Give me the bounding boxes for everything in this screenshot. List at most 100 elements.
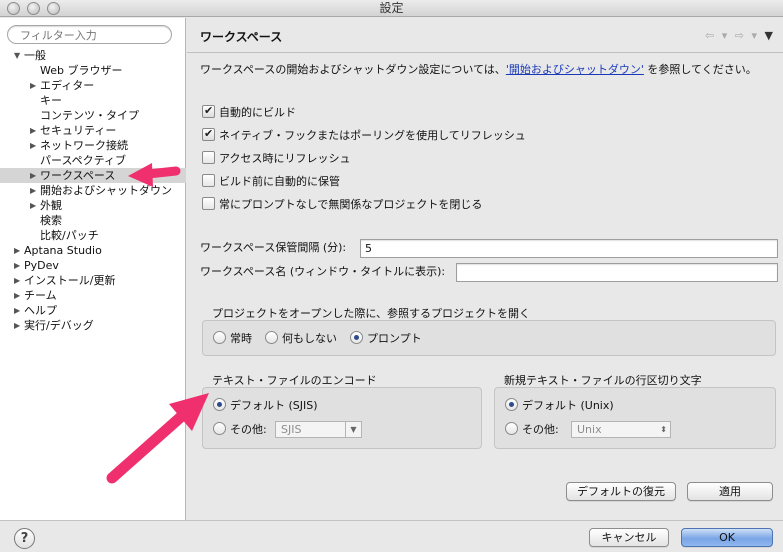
- collapsed-arrow-icon[interactable]: ▶: [14, 318, 20, 333]
- tree-item[interactable]: ▶ PyDev: [0, 258, 186, 273]
- tree-item-label: ヘルプ: [24, 304, 57, 317]
- collapsed-arrow-icon[interactable]: ▶: [30, 138, 36, 153]
- radio-indicator[interactable]: [505, 422, 518, 435]
- radio-label: その他:: [522, 423, 559, 436]
- select-value: SJIS: [281, 423, 302, 436]
- collapsed-arrow-icon[interactable]: ▶: [30, 168, 36, 183]
- open-prompt-radio[interactable]: プロンプト: [350, 331, 422, 347]
- description-text: ワークスペースの開始およびシャットダウン設定については、: [200, 63, 506, 76]
- radio-label: プロンプト: [367, 332, 422, 345]
- tree-item[interactable]: キー: [0, 93, 186, 108]
- expanded-arrow-icon[interactable]: ▼: [14, 48, 20, 63]
- collapsed-arrow-icon[interactable]: ▶: [14, 273, 20, 288]
- collapsed-arrow-icon[interactable]: ▶: [14, 258, 20, 273]
- open-always-radio[interactable]: 常時: [213, 331, 252, 347]
- tree-item[interactable]: ▼ 一般: [0, 48, 186, 63]
- collapsed-arrow-icon[interactable]: ▶: [30, 78, 36, 93]
- collapsed-arrow-icon[interactable]: ▶: [30, 198, 36, 213]
- tree-item[interactable]: ▶ ネットワーク接続: [0, 138, 186, 153]
- radio-label: デフォルト (SJIS): [230, 399, 318, 412]
- encoding-select[interactable]: SJIS ▼: [275, 421, 362, 438]
- radio-indicator[interactable]: [213, 398, 226, 411]
- save-interval-input[interactable]: 5: [360, 239, 778, 258]
- back-arrow-icon[interactable]: ⇦ ▾: [705, 29, 729, 42]
- tree-item[interactable]: ▶ Aptana Studio: [0, 243, 186, 258]
- radio-indicator[interactable]: [213, 422, 226, 435]
- select-value: Unix: [577, 423, 602, 436]
- encoding-group: デフォルト (SJIS) その他: SJIS ▼: [202, 387, 482, 449]
- tree-item[interactable]: ▶ セキュリティー: [0, 123, 186, 138]
- tree-item[interactable]: 検索: [0, 213, 186, 228]
- restore-defaults-button[interactable]: デフォルトの復元: [566, 482, 676, 501]
- tree-item-label: パースペクティブ: [40, 154, 127, 167]
- checkbox-indicator[interactable]: [202, 197, 215, 210]
- tree-item[interactable]: ▶ ワークスペース: [0, 168, 186, 183]
- refresh-native-hooks-checkbox[interactable]: ネイティブ・フックまたはポーリングを使用してリフレッシュ: [202, 126, 526, 144]
- checkbox-indicator[interactable]: [202, 174, 215, 187]
- apply-button[interactable]: 適用: [687, 482, 773, 501]
- tree-item-label: 開始およびシャットダウン: [40, 184, 172, 197]
- cancel-button[interactable]: キャンセル: [589, 528, 669, 547]
- collapsed-arrow-icon[interactable]: ▶: [14, 303, 20, 318]
- tree-item-label: PyDev: [24, 259, 59, 272]
- encoding-default-radio[interactable]: デフォルト (SJIS): [213, 398, 318, 414]
- radio-label: 常時: [230, 332, 252, 345]
- checkbox-indicator[interactable]: [202, 151, 215, 164]
- tree-item-label: キー: [40, 94, 62, 107]
- tree-item-label: 外観: [40, 199, 62, 212]
- checkbox-label: ネイティブ・フックまたはポーリングを使用してリフレッシュ: [219, 129, 526, 142]
- tree-item[interactable]: ▶ 開始およびシャットダウン: [0, 183, 186, 198]
- radio-indicator[interactable]: [505, 398, 518, 411]
- title-bar: 設定: [0, 0, 783, 17]
- startup-shutdown-link[interactable]: '開始およびシャットダウン': [506, 63, 644, 76]
- view-menu-icon[interactable]: ▼: [765, 29, 775, 42]
- collapsed-arrow-icon[interactable]: ▶: [14, 243, 20, 258]
- help-icon[interactable]: ?: [14, 528, 35, 549]
- tree-item[interactable]: ▶ ヘルプ: [0, 303, 186, 318]
- filter-input[interactable]: [7, 25, 172, 44]
- line-delimiter-group-title: 新規テキスト・ファイルの行区切り文字: [504, 374, 702, 387]
- checkbox-indicator[interactable]: [202, 126, 215, 142]
- radio-indicator[interactable]: [350, 331, 363, 344]
- tree-item-label: ワークスペース: [40, 169, 116, 182]
- close-unrelated-projects-checkbox[interactable]: 常にプロンプトなしで無関係なプロジェクトを閉じる: [202, 197, 482, 213]
- open-never-radio[interactable]: 何もしない: [265, 331, 337, 347]
- build-automatically-checkbox[interactable]: 自動的にビルド: [202, 103, 296, 121]
- save-before-build-checkbox[interactable]: ビルド前に自動的に保管: [202, 174, 340, 190]
- line-delimiter-group: デフォルト (Unix) その他: Unix ⬍: [494, 387, 776, 449]
- tree-item[interactable]: ▶ 実行/デバッグ: [0, 318, 186, 333]
- tree-item[interactable]: Web ブラウザー: [0, 63, 186, 78]
- refresh-on-access-checkbox[interactable]: アクセス時にリフレッシュ: [202, 151, 350, 167]
- page-title: ワークスペース: [200, 30, 283, 44]
- delimiter-select[interactable]: Unix ⬍: [571, 421, 671, 438]
- collapsed-arrow-icon[interactable]: ▶: [30, 183, 36, 198]
- tree-item[interactable]: ▶ インストール/更新: [0, 273, 186, 288]
- delimiter-other-radio[interactable]: その他:: [505, 422, 559, 438]
- tree-item[interactable]: ▶ エディター: [0, 78, 186, 93]
- tree-item[interactable]: パースペクティブ: [0, 153, 186, 168]
- checkbox-indicator[interactable]: [202, 103, 215, 119]
- radio-indicator[interactable]: [265, 331, 278, 344]
- workspace-name-input[interactable]: [456, 263, 778, 282]
- radio-indicator[interactable]: [213, 331, 226, 344]
- radio-label: 何もしない: [282, 332, 337, 345]
- workspace-name-label: ワークスペース名 (ウィンドウ・タイトルに表示):: [200, 265, 446, 278]
- ok-button[interactable]: OK: [681, 528, 773, 547]
- tree-item[interactable]: ▶ 外観: [0, 198, 186, 213]
- tree-item[interactable]: 比較/パッチ: [0, 228, 186, 243]
- zoom-window-button[interactable]: [47, 2, 60, 15]
- forward-arrow-icon[interactable]: ⇨ ▾: [735, 29, 759, 42]
- encoding-other-radio[interactable]: その他:: [213, 422, 267, 438]
- checkbox-label: ビルド前に自動的に保管: [219, 175, 340, 188]
- dropdown-arrow-icon: ▼: [345, 422, 361, 437]
- delimiter-default-radio[interactable]: デフォルト (Unix): [505, 398, 614, 414]
- tree-item[interactable]: コンテンツ・タイプ: [0, 108, 186, 123]
- collapsed-arrow-icon[interactable]: ▶: [14, 288, 20, 303]
- open-projects-group-title: プロジェクトをオープンした際に、参照するプロジェクトを開く: [212, 307, 531, 320]
- checkbox-label: アクセス時にリフレッシュ: [219, 152, 351, 165]
- minimize-window-button[interactable]: [27, 2, 40, 15]
- tree-item-label: Web ブラウザー: [40, 64, 123, 77]
- close-window-button[interactable]: [7, 2, 20, 15]
- collapsed-arrow-icon[interactable]: ▶: [30, 123, 36, 138]
- tree-item[interactable]: ▶ チーム: [0, 288, 186, 303]
